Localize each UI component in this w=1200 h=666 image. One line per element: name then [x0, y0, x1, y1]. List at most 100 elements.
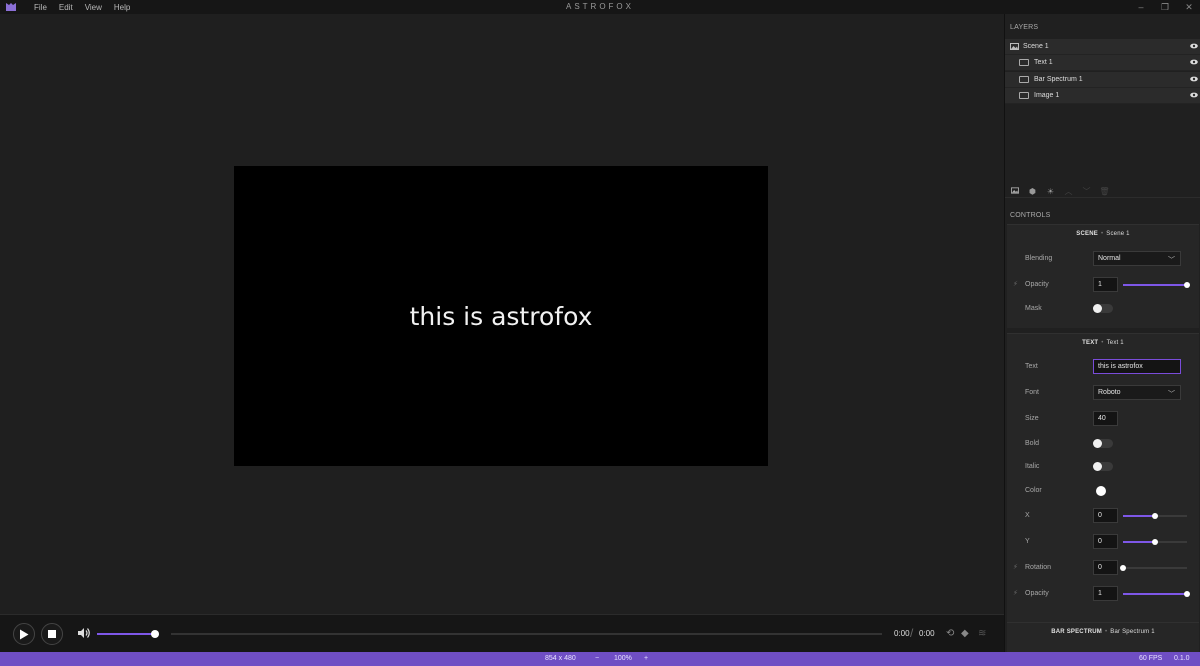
right-panel: LAYERS Scene 1 Text 1 Bar Spectrum 1 Ima…: [1004, 14, 1200, 652]
window-controls: – ❐ ✕: [1136, 0, 1194, 14]
player-bar: 0:00 / 0:00 ⟲ ◆ ≋: [0, 614, 1004, 652]
bar-spectrum-controls: BAR SPECTRUM • Bar Spectrum 1: [1007, 622, 1199, 652]
chevron-down-icon: ﹀: [1168, 257, 1175, 264]
text-opacity-row: ⚡ Opacity 1: [1007, 586, 1199, 602]
layer-element-icon: [1019, 59, 1029, 67]
card-heading: SCENE • Scene 1: [1076, 231, 1130, 237]
rotation-input[interactable]: 0: [1093, 560, 1118, 575]
size-row: Size 40: [1007, 411, 1199, 427]
add-display-icon[interactable]: ⬢: [1027, 187, 1038, 196]
add-scene-icon[interactable]: [1009, 187, 1020, 196]
rotation-row: ⚡ Rotation 0: [1007, 560, 1199, 576]
visibility-eye-icon[interactable]: [1190, 59, 1198, 65]
opacity-slider[interactable]: [1123, 282, 1190, 288]
move-down-icon[interactable]: ﹀: [1081, 186, 1092, 197]
zoom-out-button[interactable]: −: [595, 655, 599, 662]
visibility-eye-icon[interactable]: [1190, 76, 1198, 82]
zoom-level: 100%: [614, 655, 632, 662]
mask-toggle[interactable]: [1093, 304, 1113, 313]
canvas-resolution: 854 x 480: [545, 655, 576, 662]
y-slider[interactable]: [1123, 539, 1187, 545]
move-up-icon[interactable]: ︿: [1063, 186, 1074, 197]
canvas-text: this is astrofox: [409, 301, 593, 331]
title-bar: File Edit View Help ASTROFOX – ❐ ✕: [0, 0, 1200, 14]
layer-item-text-1[interactable]: Text 1: [1005, 55, 1200, 72]
scene-icon: [1010, 43, 1019, 50]
text-row: Text this is astrofox: [1007, 359, 1199, 375]
italic-toggle[interactable]: [1093, 462, 1113, 471]
current-time: 0:00: [894, 629, 910, 638]
opacity-input[interactable]: 1: [1093, 277, 1118, 292]
render-canvas[interactable]: this is astrofox: [234, 166, 768, 466]
layer-list: Scene 1 Text 1 Bar Spectrum 1 Image 1: [1005, 39, 1200, 105]
reactor-bolt-icon[interactable]: ⚡: [1013, 589, 1018, 597]
color-row: Color: [1007, 483, 1199, 499]
layer-label: Bar Spectrum 1: [1034, 75, 1083, 83]
maximize-icon[interactable]: ❐: [1160, 2, 1170, 13]
volume-icon[interactable]: [77, 627, 91, 639]
text-input[interactable]: this is astrofox: [1093, 359, 1181, 374]
layer-label: Text 1: [1034, 59, 1053, 67]
osc-icon[interactable]: ≋: [978, 628, 986, 639]
menu-help[interactable]: Help: [114, 3, 130, 12]
rotation-slider[interactable]: [1120, 565, 1187, 571]
app-title: ASTROFOX: [565, 2, 634, 11]
visibility-eye-icon[interactable]: [1190, 92, 1198, 98]
layer-label: Image 1: [1034, 92, 1060, 100]
blending-row: Blending Normal ﹀: [1007, 251, 1199, 267]
y-input[interactable]: 0: [1093, 534, 1118, 549]
layer-item-scene-1[interactable]: Scene 1: [1005, 39, 1200, 55]
astrofox-logo-icon: [0, 0, 22, 14]
size-input[interactable]: 40: [1093, 411, 1118, 426]
minimize-icon[interactable]: –: [1136, 2, 1146, 12]
menu-view[interactable]: View: [85, 3, 102, 12]
layers-title: LAYERS: [1010, 24, 1039, 31]
font-select[interactable]: Roboto ﹀: [1093, 385, 1181, 400]
timeline-track[interactable]: [171, 633, 882, 635]
text-opacity-input[interactable]: 1: [1093, 586, 1118, 601]
reactor-bolt-icon[interactable]: ⚡: [1013, 563, 1018, 571]
controls-title: CONTROLS: [1010, 212, 1051, 219]
visibility-eye-icon[interactable]: [1190, 43, 1198, 49]
play-icon: [20, 629, 29, 639]
stop-button[interactable]: [41, 623, 63, 645]
layer-element-icon: [1019, 75, 1029, 83]
waveform-icon[interactable]: ◆: [961, 628, 969, 639]
text-controls: TEXT • Text 1 Text this is astrofox Font R…: [1007, 333, 1199, 623]
layer-item-bar-spectrum-1[interactable]: Bar Spectrum 1: [1005, 71, 1200, 88]
delete-icon[interactable]: 🗑: [1099, 187, 1110, 196]
app-version: 0.1.0: [1174, 655, 1190, 662]
bold-row: Bold: [1007, 436, 1199, 452]
time-separator: /: [910, 626, 914, 640]
opacity-row: ⚡ Opacity 1: [1007, 277, 1199, 293]
play-button[interactable]: [13, 623, 35, 645]
chevron-down-icon: ﹀: [1168, 391, 1175, 398]
stop-icon: [48, 630, 56, 638]
layer-item-image-1[interactable]: Image 1: [1005, 88, 1200, 105]
status-bar: 854 x 480 − 100% + 60 FPS 0.1.0: [0, 652, 1200, 666]
italic-row: Italic: [1007, 459, 1199, 475]
reactor-bolt-icon[interactable]: ⚡: [1013, 280, 1018, 288]
bold-toggle[interactable]: [1093, 439, 1113, 448]
card-heading: TEXT • Text 1: [1082, 340, 1124, 346]
x-row: X 0: [1007, 508, 1199, 524]
menu-edit[interactable]: Edit: [59, 3, 73, 12]
fps-indicator: 60 FPS: [1139, 655, 1163, 662]
volume-slider[interactable]: [97, 630, 160, 638]
total-time: 0:00: [919, 629, 935, 638]
mask-row: Mask: [1007, 301, 1199, 317]
font-row: Font Roboto ﹀: [1007, 385, 1199, 401]
scene-controls: SCENE • Scene 1 Blending Normal ﹀ ⚡ Opacity…: [1007, 224, 1199, 328]
blending-select[interactable]: Normal ﹀: [1093, 251, 1181, 266]
x-slider[interactable]: [1123, 513, 1187, 519]
close-icon[interactable]: ✕: [1184, 2, 1194, 13]
color-swatch[interactable]: [1096, 486, 1106, 496]
text-opacity-slider[interactable]: [1123, 591, 1190, 597]
x-input[interactable]: 0: [1093, 508, 1118, 523]
add-effect-icon[interactable]: ☀: [1045, 187, 1056, 196]
loop-icon[interactable]: ⟲: [946, 628, 954, 639]
card-heading: BAR SPECTRUM • Bar Spectrum 1: [1051, 629, 1155, 635]
stage-area: this is astrofox: [0, 14, 1004, 614]
menu-file[interactable]: File: [34, 3, 47, 12]
zoom-in-button[interactable]: +: [644, 655, 648, 662]
